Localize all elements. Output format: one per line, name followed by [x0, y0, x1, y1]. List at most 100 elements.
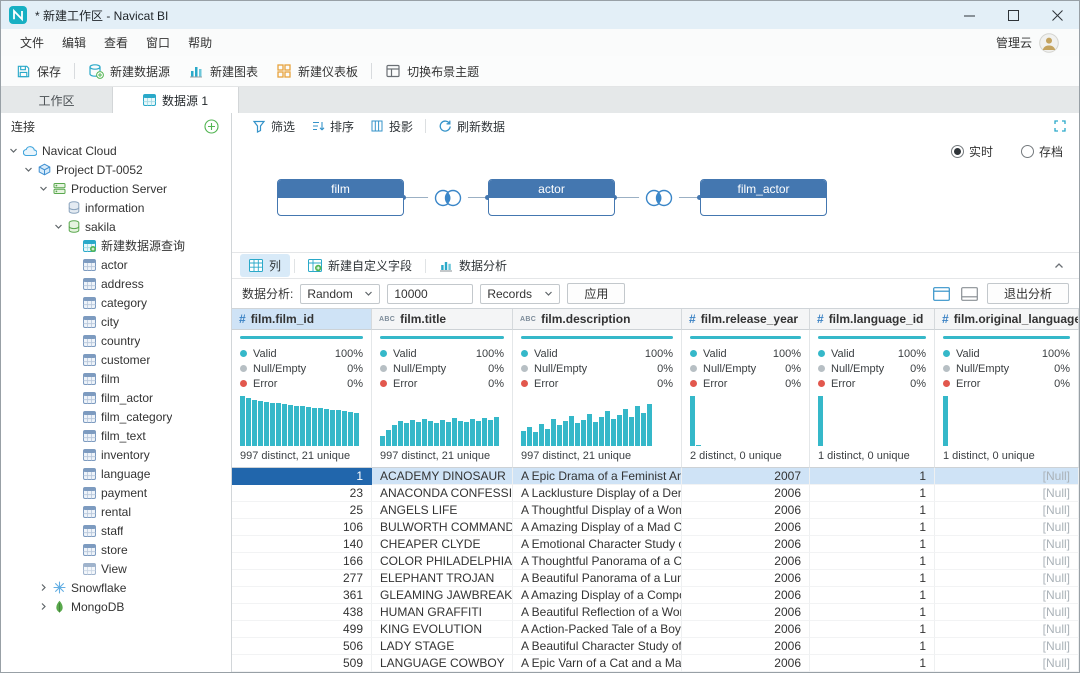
new-chart-button[interactable]: 新建图表: [179, 56, 267, 86]
menu-window[interactable]: 窗口: [137, 34, 179, 51]
grid-cell[interactable]: [Null]: [935, 468, 1079, 485]
grid-cell[interactable]: [Null]: [935, 638, 1079, 655]
minimize-button[interactable]: [947, 1, 991, 29]
table-node-film-actor[interactable]: film_actor: [700, 179, 827, 216]
grid-cell[interactable]: [Null]: [935, 621, 1079, 638]
grid-cell[interactable]: [Null]: [935, 519, 1079, 536]
tab-columns[interactable]: 列: [240, 254, 290, 277]
grid-cell[interactable]: 1: [810, 553, 935, 570]
grid-cell[interactable]: 1: [810, 468, 935, 485]
grid-cell[interactable]: 1: [810, 519, 935, 536]
grid-cell[interactable]: [Null]: [935, 655, 1079, 672]
grid-cell[interactable]: COLOR PHILADELPHIA: [372, 553, 513, 570]
tree-item[interactable]: 新建数据源查询: [1, 236, 231, 255]
grid-cell[interactable]: 1: [810, 655, 935, 672]
column-header[interactable]: ABCfilm.description: [513, 309, 682, 330]
exit-analysis-button[interactable]: 退出分析: [987, 283, 1069, 304]
grid-cell[interactable]: 166: [232, 553, 372, 570]
menu-help[interactable]: 帮助: [179, 34, 221, 51]
grid-cell[interactable]: A Lacklusture Display of a Dentist: [513, 485, 682, 502]
tree-item[interactable]: film: [1, 369, 231, 388]
tree-item[interactable]: film_actor: [1, 388, 231, 407]
tree-item[interactable]: city: [1, 312, 231, 331]
tree-item[interactable]: Snowflake: [1, 578, 231, 597]
grid-cell[interactable]: GLEAMING JAWBREAKER: [372, 587, 513, 604]
grid-cell[interactable]: A Action-Packed Tale of a Boy A: [513, 621, 682, 638]
grid-cell[interactable]: 2006: [682, 536, 810, 553]
switch-theme-button[interactable]: 切换布景主题: [376, 56, 488, 86]
add-connection-button[interactable]: [204, 119, 219, 134]
form-view-icon[interactable]: [961, 287, 978, 301]
tree-item[interactable]: payment: [1, 483, 231, 502]
grid-cell[interactable]: [Null]: [935, 502, 1079, 519]
grid-cell[interactable]: 1: [810, 621, 935, 638]
grid-cell[interactable]: 2006: [682, 553, 810, 570]
tree-item[interactable]: film_category: [1, 407, 231, 426]
grid-cell[interactable]: A Amazing Display of a Mad Cow: [513, 519, 682, 536]
grid-cell[interactable]: 2006: [682, 485, 810, 502]
tree-item[interactable]: MongoDB: [1, 597, 231, 616]
grid-cell[interactable]: A Thoughtful Panorama of a Car: [513, 553, 682, 570]
grid-cell[interactable]: 1: [810, 536, 935, 553]
menu-view[interactable]: 查看: [95, 34, 137, 51]
grid-cell[interactable]: 2006: [682, 519, 810, 536]
grid-cell[interactable]: 1: [810, 604, 935, 621]
grid-cell[interactable]: A Epic Varn of a Cat and a Mad: [513, 655, 682, 672]
tree-item[interactable]: category: [1, 293, 231, 312]
grid-cell[interactable]: A Beautiful Character Study of a: [513, 638, 682, 655]
column-header[interactable]: ABCfilm.title: [372, 309, 513, 330]
grid-cell[interactable]: 438: [232, 604, 372, 621]
menu-file[interactable]: 文件: [11, 34, 53, 51]
grid-view-icon[interactable]: [933, 287, 950, 301]
grid-cell[interactable]: 2006: [682, 621, 810, 638]
tab-datasource-1[interactable]: 数据源 1: [113, 87, 239, 113]
grid-cell[interactable]: 499: [232, 621, 372, 638]
maximize-button[interactable]: [991, 1, 1035, 29]
grid-cell[interactable]: [Null]: [935, 587, 1079, 604]
grid-cell[interactable]: 25: [232, 502, 372, 519]
grid-cell[interactable]: [Null]: [935, 553, 1079, 570]
grid-cell[interactable]: 2006: [682, 587, 810, 604]
grid-cell[interactable]: ACADEMY DINOSAUR: [372, 468, 513, 485]
radio-realtime[interactable]: 实时: [951, 143, 993, 160]
apply-button[interactable]: 应用: [567, 283, 625, 304]
grid-cell[interactable]: HUMAN GRAFFITI: [372, 604, 513, 621]
grid-cell[interactable]: LADY STAGE: [372, 638, 513, 655]
menu-edit[interactable]: 编辑: [53, 34, 95, 51]
tree-item[interactable]: language: [1, 464, 231, 483]
grid-cell[interactable]: A Epic Drama of a Feminist And a: [513, 468, 682, 485]
grid-cell[interactable]: 106: [232, 519, 372, 536]
grid-cell[interactable]: 509: [232, 655, 372, 672]
filter-button[interactable]: 筛选: [244, 118, 303, 135]
grid-cell[interactable]: 1: [810, 485, 935, 502]
projection-button[interactable]: 投影: [362, 118, 421, 135]
tab-data-analysis[interactable]: 数据分析: [430, 254, 516, 277]
grid-cell[interactable]: [Null]: [935, 604, 1079, 621]
column-header[interactable]: #film.release_year: [682, 309, 810, 330]
grid-cell[interactable]: BULWORTH COMMANDME: [372, 519, 513, 536]
table-node-film[interactable]: film: [277, 179, 404, 216]
tab-workspace[interactable]: 工作区: [1, 87, 113, 113]
grid-cell[interactable]: A Emotional Character Study of a: [513, 536, 682, 553]
grid-cell[interactable]: 2006: [682, 570, 810, 587]
fullscreen-icon[interactable]: [1053, 119, 1067, 133]
grid-cell[interactable]: 2006: [682, 604, 810, 621]
sort-button[interactable]: 排序: [303, 118, 362, 135]
grid-cell[interactable]: 1: [810, 570, 935, 587]
refresh-data-button[interactable]: 刷新数据: [430, 118, 513, 135]
grid-cell[interactable]: 2006: [682, 655, 810, 672]
user-avatar[interactable]: [1039, 33, 1059, 53]
tree-item[interactable]: inventory: [1, 445, 231, 464]
column-header[interactable]: #film.film_id: [232, 309, 372, 330]
grid-cell[interactable]: 2006: [682, 638, 810, 655]
grid-cell[interactable]: 140: [232, 536, 372, 553]
sampling-method-select[interactable]: Random: [300, 284, 380, 304]
grid-cell[interactable]: [Null]: [935, 485, 1079, 502]
sample-size-input[interactable]: [387, 284, 473, 304]
grid-cell[interactable]: [Null]: [935, 536, 1079, 553]
grid-cell[interactable]: A Thoughtful Display of a Woman: [513, 502, 682, 519]
tree-item[interactable]: Navicat Cloud: [1, 141, 231, 160]
grid-cell[interactable]: 2007: [682, 468, 810, 485]
tree-item[interactable]: information: [1, 198, 231, 217]
tree-item[interactable]: staff: [1, 521, 231, 540]
